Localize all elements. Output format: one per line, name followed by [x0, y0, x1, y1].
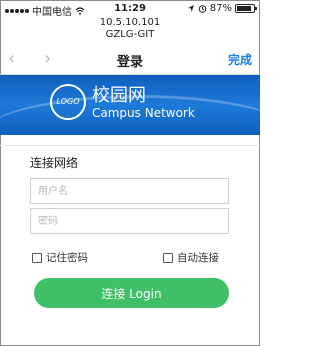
username-input[interactable]	[30, 178, 229, 204]
status-right: 87%	[187, 3, 257, 14]
status-bar: 中国电信 11:29 87%	[0, 0, 260, 18]
auto-connect-label: 自动连接	[177, 252, 219, 264]
battery-label: 87%	[209, 3, 232, 14]
location-icon	[187, 5, 194, 12]
password-input[interactable]	[30, 208, 229, 234]
banner-title-cn: 校园网	[92, 85, 146, 106]
login-form: 连接网络 记住密码 自动连接 连接 Login	[0, 145, 260, 346]
campus-banner: LOGO 校园网 Campus Network	[0, 75, 260, 135]
battery-icon	[235, 4, 257, 13]
section-title: 连接网络	[30, 156, 79, 170]
address-host: GZLG-GIT	[105, 29, 155, 40]
address-ip: 10.5.10.101	[99, 17, 161, 28]
nav-bar: ‹ › 登录 完成	[0, 44, 260, 75]
logo-icon: LOGO	[50, 84, 86, 120]
page-title: 登录	[116, 55, 143, 70]
done-button[interactable]: 完成	[228, 51, 252, 68]
address-block: 10.5.10.101 GZLG-GIT	[0, 17, 260, 41]
remember-label: 记住密码	[46, 252, 88, 264]
auto-connect-checkbox[interactable]	[163, 252, 173, 263]
remember-password-option[interactable]: 记住密码	[32, 250, 88, 265]
login-button[interactable]: 连接 Login	[34, 278, 229, 308]
banner-title-en: Campus Network	[92, 106, 195, 120]
alarm-icon	[198, 5, 207, 13]
remember-checkbox[interactable]	[32, 252, 42, 263]
auto-connect-option[interactable]: 自动连接	[163, 250, 219, 265]
